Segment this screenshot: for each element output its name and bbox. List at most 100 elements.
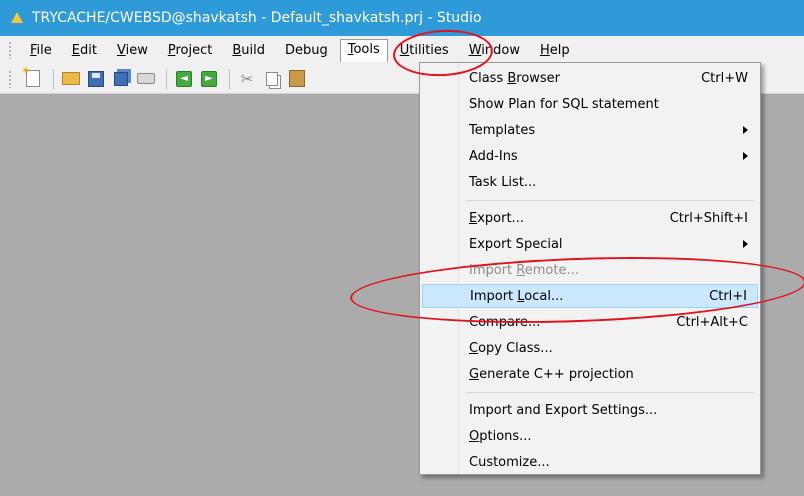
- menu-item-import-remote[interactable]: Import Remote...: [422, 258, 758, 282]
- menu-file[interactable]: File: [22, 40, 60, 61]
- menu-utilities[interactable]: Utilities: [392, 40, 457, 61]
- label-mnemonic: O: [469, 428, 480, 444]
- menu-build[interactable]: Build: [224, 40, 273, 61]
- menu-item-shortcut: Ctrl+Alt+C: [676, 314, 748, 330]
- menu-help[interactable]: Help: [532, 40, 578, 61]
- menu-mnemonic: B: [232, 42, 242, 58]
- menu-label-part: tilities: [409, 42, 449, 58]
- menu-view[interactable]: View: [109, 40, 156, 61]
- menu-mnemonic: g: [319, 42, 328, 58]
- cut-icon: ✂: [240, 69, 254, 88]
- label-part: Templates: [469, 122, 536, 138]
- label-part: Show Plan for SQL statement: [469, 96, 659, 112]
- label-part: xport...: [477, 210, 524, 226]
- studio-app-icon: [10, 11, 24, 25]
- menu-item-task-list[interactable]: Task List...: [422, 170, 758, 194]
- forward-arrow-button[interactable]: ►: [198, 68, 220, 90]
- menu-item-templates[interactable]: Templates: [422, 118, 758, 142]
- label-part: Import: [470, 288, 518, 304]
- menu-item-label: Templates: [469, 123, 743, 138]
- new-file-button[interactable]: [21, 64, 44, 90]
- menu-item-compare[interactable]: Compare... Ctrl+Alt+C: [422, 310, 758, 334]
- print-button[interactable]: [135, 68, 157, 90]
- save-button[interactable]: [85, 68, 107, 90]
- menu-item-label: Show Plan for SQL statement: [469, 97, 748, 112]
- menu-item-options[interactable]: Options...: [422, 424, 758, 448]
- label-part: Class: [469, 70, 508, 86]
- menu-tools[interactable]: Tools: [339, 38, 388, 62]
- menu-mnemonic: H: [539, 42, 550, 58]
- menu-label-part: iew: [125, 42, 148, 58]
- menu-label-part: uild: [241, 42, 265, 58]
- label-part: Export Special: [469, 236, 563, 252]
- menu-label-part: ile: [36, 42, 52, 58]
- label-mnemonic: B: [507, 70, 517, 86]
- menu-item-label: Compare...: [469, 315, 676, 330]
- menu-window[interactable]: Window: [461, 40, 528, 61]
- menu-debug[interactable]: Debug: [277, 40, 336, 61]
- label-part: Compare...: [469, 314, 541, 330]
- paste-icon: [289, 70, 305, 87]
- menu-item-shortcut: Ctrl+W: [701, 70, 748, 86]
- toolbar-separator: [229, 68, 230, 89]
- menu-item-label: Export...: [469, 211, 670, 226]
- print-icon: [137, 73, 155, 84]
- menu-item-class-browser[interactable]: Class Browser Ctrl+W: [422, 66, 758, 90]
- label-mnemonic: R: [516, 262, 525, 278]
- menu-item-import-and-export-settings[interactable]: Import and Export Settings...: [422, 398, 758, 422]
- back-arrow-icon: ◄: [176, 70, 192, 87]
- label-part: Import: [469, 262, 517, 278]
- save-icon: [88, 70, 104, 87]
- toolbar-separator: [53, 68, 54, 89]
- window-title: TRYCACHE/CWEBSD@shavkatsh - Default_shav…: [32, 10, 482, 26]
- title-bar: TRYCACHE/CWEBSD@shavkatsh - Default_shav…: [0, 0, 804, 36]
- menubar-grip-handle[interactable]: [8, 41, 12, 59]
- menu-edit[interactable]: Edit: [64, 40, 105, 61]
- menu-separator: [466, 200, 754, 201]
- open-folder-icon: [62, 72, 80, 85]
- menu-item-add-ins[interactable]: Add-Ins: [422, 144, 758, 168]
- menu-item-export[interactable]: Export... Ctrl+Shift+I: [422, 206, 758, 230]
- label-mnemonic: C: [469, 340, 479, 356]
- menu-label-part: roject: [175, 42, 213, 58]
- menu-mnemonic: E: [71, 42, 80, 58]
- menu-item-label: Export Special: [469, 237, 743, 252]
- menu-item-shortcut: Ctrl+I: [709, 288, 747, 304]
- menu-item-show-plan-for-sql-statement[interactable]: Show Plan for SQL statement: [422, 92, 758, 116]
- back-arrow-button[interactable]: ◄: [173, 68, 195, 90]
- menu-item-customize[interactable]: Customize...: [422, 450, 758, 474]
- toolbar-grip-handle[interactable]: [8, 69, 12, 88]
- copy-button[interactable]: [261, 68, 283, 90]
- forward-arrow-icon: ►: [201, 70, 217, 87]
- menu-item-label: Class Browser: [469, 71, 701, 86]
- menu-item-label: Add-Ins: [469, 149, 743, 164]
- open-folder-button[interactable]: [60, 68, 82, 90]
- menu-mnemonic: U: [399, 42, 410, 58]
- label-part: ocal...: [524, 288, 564, 304]
- label-part: Import and Export Settings...: [469, 402, 658, 418]
- menu-item-import-local[interactable]: Import Local... Ctrl+I: [422, 284, 758, 308]
- submenu-arrow-icon: [743, 126, 748, 134]
- label-part: ptions...: [479, 428, 532, 444]
- label-mnemonic: E: [469, 210, 478, 226]
- label-part: emote...: [524, 262, 579, 278]
- menu-mnemonic: W: [468, 42, 482, 58]
- menu-item-label: Import Remote...: [469, 263, 748, 278]
- save-all-button[interactable]: [110, 68, 132, 90]
- menu-project[interactable]: Project: [160, 40, 221, 61]
- menu-item-export-special[interactable]: Export Special: [422, 232, 758, 256]
- menu-label-part: elp: [549, 42, 570, 58]
- label-part: rowser: [516, 70, 561, 86]
- label-part: Task List...: [469, 174, 537, 190]
- menu-item-copy-class[interactable]: Copy Class...: [422, 336, 758, 360]
- label-part: enerate C++ projection: [479, 366, 634, 382]
- cut-button[interactable]: ✂: [236, 68, 258, 90]
- label-part: Add-Ins: [469, 148, 518, 164]
- menu-item-label: Import Local...: [470, 289, 709, 304]
- new-file-icon: [21, 64, 40, 87]
- menu-separator: [466, 392, 754, 393]
- menu-item-generate-c-projection[interactable]: Generate C++ projection: [422, 362, 758, 386]
- menu-label-part: Debu: [284, 42, 320, 58]
- toolbar-separator: [166, 68, 167, 89]
- paste-button[interactable]: [286, 68, 308, 90]
